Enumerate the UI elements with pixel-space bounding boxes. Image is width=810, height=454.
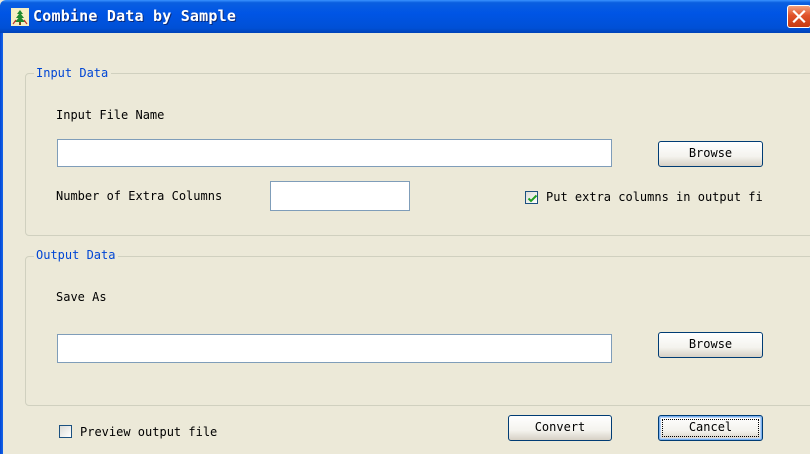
checkmark-icon	[527, 194, 538, 203]
window-left-border	[0, 33, 3, 454]
input-file-name-field[interactable]	[57, 139, 612, 167]
cancel-button-label: Cancel	[688, 420, 733, 434]
close-button[interactable]	[787, 5, 810, 28]
input-browse-button[interactable]: Browse	[658, 141, 763, 167]
preview-output-label[interactable]: Preview output file	[80, 425, 217, 439]
output-browse-button[interactable]: Browse	[658, 332, 763, 358]
put-extra-columns-checkbox[interactable]	[525, 191, 538, 204]
put-extra-columns-label[interactable]: Put extra columns in output fi	[546, 190, 763, 204]
save-as-label: Save As	[56, 290, 107, 304]
input-data-legend: Input Data	[34, 66, 112, 80]
input-file-name-label: Input File Name	[56, 108, 165, 122]
extra-columns-label: Number of Extra Columns	[56, 189, 223, 203]
output-data-legend: Output Data	[34, 248, 119, 262]
window-title: Combine Data by Sample	[33, 7, 237, 25]
output-data-group	[25, 256, 810, 406]
tree-icon	[11, 8, 29, 26]
title-bar[interactable]: Combine Data by Sample	[0, 0, 810, 33]
cancel-button[interactable]: Cancel	[658, 415, 763, 441]
extra-columns-field[interactable]	[270, 181, 410, 211]
dialog-window: Combine Data by Sample Input Data Input …	[0, 0, 810, 454]
preview-output-checkbox[interactable]	[59, 425, 72, 438]
convert-button[interactable]: Convert	[508, 415, 612, 441]
save-as-field[interactable]	[57, 334, 612, 363]
